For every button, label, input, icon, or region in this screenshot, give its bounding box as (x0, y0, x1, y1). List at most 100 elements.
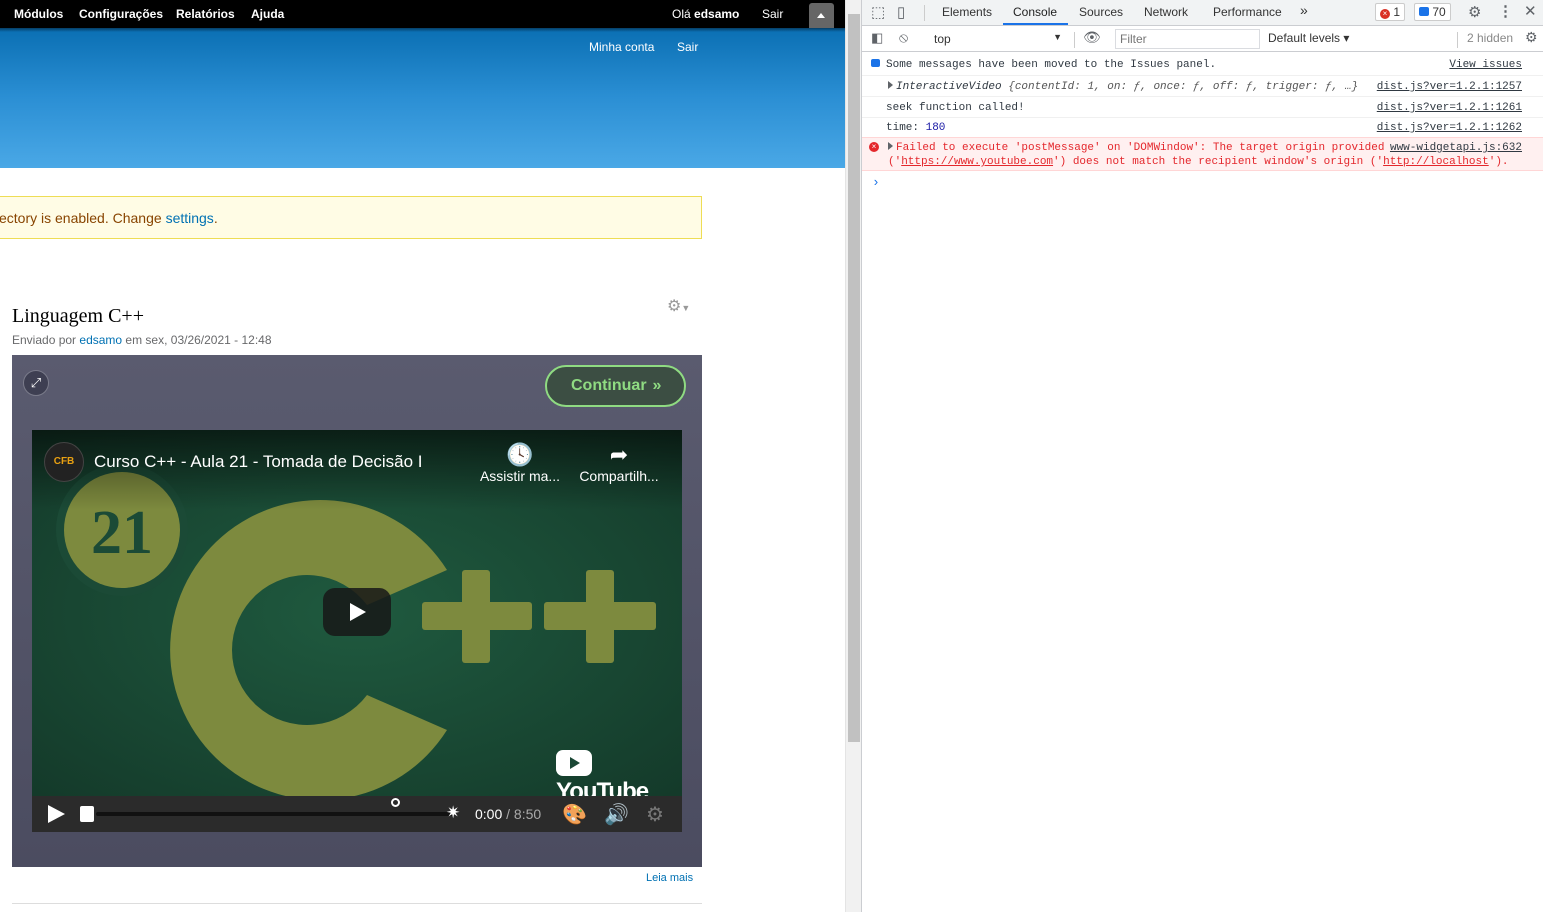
log-source-link[interactable]: dist.js?ver=1.2.1:1257 (1377, 81, 1522, 93)
continue-label: Continuar (571, 377, 647, 394)
watch-later-button[interactable]: 🕓 Assistir ma... (475, 442, 565, 484)
console-prompt[interactable]: › (872, 175, 880, 190)
header-logout-link[interactable]: Sair (677, 40, 698, 54)
tab-network[interactable]: Network (1144, 5, 1188, 19)
page-scrollbar-thumb[interactable] (848, 14, 860, 742)
filter-input[interactable] (1115, 29, 1260, 49)
tab-console[interactable]: Console (1013, 5, 1057, 19)
log-source-link[interactable]: dist.js?ver=1.2.1:1262 (1377, 122, 1522, 134)
time-separator: / (502, 806, 514, 822)
sidebar-toggle-icon[interactable]: ◧ (871, 30, 883, 46)
expand-icon: ⤢ (30, 375, 42, 390)
time-value: 180 (925, 122, 946, 134)
more-tabs-button[interactable]: » (1300, 2, 1308, 18)
expand-triangle-icon[interactable] (888, 142, 893, 150)
error-text-2: ('https://www.youtube.com') does not mat… (888, 156, 1509, 168)
continue-button[interactable]: Continuar » (545, 365, 686, 407)
error-url-localhost[interactable]: http://localhost (1383, 156, 1489, 168)
clear-console-icon[interactable]: ⦸ (899, 29, 908, 46)
toolbar-modules-link[interactable]: Módulos (14, 7, 63, 21)
devtools-tabbar: ⬚ ▯ Elements Console Sources Network Per… (862, 0, 1543, 26)
palette-icon[interactable]: 🎨 (562, 802, 587, 827)
log-message: time: 180 (886, 122, 945, 134)
hidden-count: 2 hidden (1467, 31, 1514, 45)
bookmark-icon[interactable] (80, 806, 94, 822)
log-row-error[interactable]: × Failed to execute 'postMessage' on 'DO… (862, 137, 1543, 171)
settings-gear-icon[interactable]: ⚙ (1468, 3, 1481, 21)
youtube-player[interactable]: 21 CFB Curso C++ - Aula 21 - Tomada de D… (32, 430, 682, 832)
context-value: top (934, 32, 951, 46)
log-levels-dropdown[interactable]: Default levels ▾ (1268, 31, 1349, 45)
toolbar-help-link[interactable]: Ajuda (251, 7, 284, 21)
view-issues-link[interactable]: View issues (1449, 59, 1522, 71)
toolbar-greeting[interactable]: Olá edsamo (672, 7, 739, 21)
tab-performance[interactable]: Performance (1213, 5, 1282, 19)
channel-logo-text: CFB (53, 456, 75, 467)
node-divider (12, 903, 702, 904)
volume-icon[interactable]: 🔊 (604, 802, 629, 827)
contextual-links-button[interactable]: ⚙▼ (667, 296, 693, 315)
settings-gear-icon[interactable]: ⚙ (646, 802, 664, 827)
time-current: 0:00 (475, 806, 503, 822)
tab-separator (924, 5, 925, 21)
share-arrow-icon: ➦ (609, 442, 629, 467)
header-shadow (0, 28, 845, 32)
message-count-badge[interactable]: 70 (1414, 3, 1451, 21)
inspect-element-icon[interactable]: ⬚ (871, 3, 885, 21)
channel-avatar[interactable]: CFB (44, 442, 84, 482)
page-scrollbar[interactable] (845, 0, 861, 912)
interactive-video: ⤢ Continuar» 21 CFB Curso C++ - Aula 21 … (12, 355, 702, 867)
kebab-menu-icon[interactable]: ⋮ (1498, 2, 1513, 20)
gear-icon: ⚙ (667, 298, 682, 315)
error-source-link[interactable]: www-widgetapi.js:632 (1390, 142, 1522, 154)
context-selector[interactable]: top ▼ (930, 29, 1066, 49)
submitted-info: Enviado por edsamo em sex, 03/26/2021 - … (12, 333, 272, 347)
author-link[interactable]: edsamo (79, 333, 122, 347)
play-icon[interactable] (48, 805, 65, 823)
page-viewport: Módulos Configurações Relatórios Ajuda O… (0, 0, 845, 912)
error-url-youtube[interactable]: https://www.youtube.com (901, 156, 1053, 168)
toolbar-separator (1074, 32, 1075, 48)
my-account-link[interactable]: Minha conta (589, 40, 654, 54)
error-text: Failed to execute 'postMessage' on 'DOMW… (896, 142, 1385, 154)
message-icon (1419, 7, 1429, 16)
log-separator (862, 75, 1543, 76)
eye-icon[interactable]: 👁 (1083, 29, 1101, 46)
console-toolbar: ◧ ⦸ top ▼ 👁 Default levels ▾ 2 hidden ⚙ (862, 27, 1543, 52)
clock-icon: 🕓 (506, 442, 534, 467)
interaction-marker-icon[interactable] (391, 798, 400, 807)
log-source-link[interactable]: dist.js?ver=1.2.1:1261 (1377, 102, 1522, 114)
expand-triangle-icon[interactable] (888, 81, 893, 89)
active-tab-indicator (1003, 23, 1068, 25)
info-message-icon (871, 59, 880, 67)
error-count: 1 (1393, 5, 1401, 19)
toolbar-config-link[interactable]: Configurações (79, 7, 163, 21)
page-title[interactable]: Linguagem C++ (12, 305, 144, 328)
seek-bar[interactable] (96, 812, 454, 816)
message-text: ectory is enabled. Change (0, 210, 166, 226)
admin-toolbar: Módulos Configurações Relatórios Ajuda O… (0, 0, 845, 28)
status-message: ectory is enabled. Change settings. (0, 196, 702, 239)
error-count-badge[interactable]: × 1 (1375, 3, 1406, 21)
tab-sources[interactable]: Sources (1079, 5, 1123, 19)
big-play-button[interactable] (323, 588, 391, 636)
close-icon[interactable]: ✕ (1524, 2, 1537, 20)
site-header: Minha conta Sair (0, 28, 845, 168)
console-settings-gear-icon[interactable]: ⚙ (1525, 29, 1538, 46)
log-separator (862, 96, 1543, 97)
log-object[interactable]: InteractiveVideo {contentId: 1, on: ƒ, o… (888, 81, 1358, 93)
device-toolbar-icon[interactable]: ▯ (897, 3, 905, 21)
settings-link[interactable]: settings (166, 210, 214, 226)
read-more-link[interactable]: Leia mais (646, 872, 693, 884)
toolbar-logout-link[interactable]: Sair (762, 7, 783, 21)
toolbar-collapse-button[interactable] (809, 3, 834, 28)
caret-up-icon (817, 13, 825, 18)
error-message: Failed to execute 'postMessage' on 'DOMW… (888, 142, 1384, 154)
toolbar-reports-link[interactable]: Relatórios (176, 7, 235, 21)
video-title[interactable]: Curso C++ - Aula 21 - Tomada de Decisão … (94, 452, 423, 472)
fullscreen-button[interactable]: ⤢ (23, 370, 49, 396)
endscreen-star-icon[interactable]: ✷ (446, 803, 460, 823)
tab-elements[interactable]: Elements (942, 5, 992, 19)
share-button[interactable]: ➦ Compartilh... (574, 442, 664, 484)
object-preview: {contentId: 1, on: ƒ, once: ƒ, off: ƒ, t… (1001, 81, 1359, 93)
